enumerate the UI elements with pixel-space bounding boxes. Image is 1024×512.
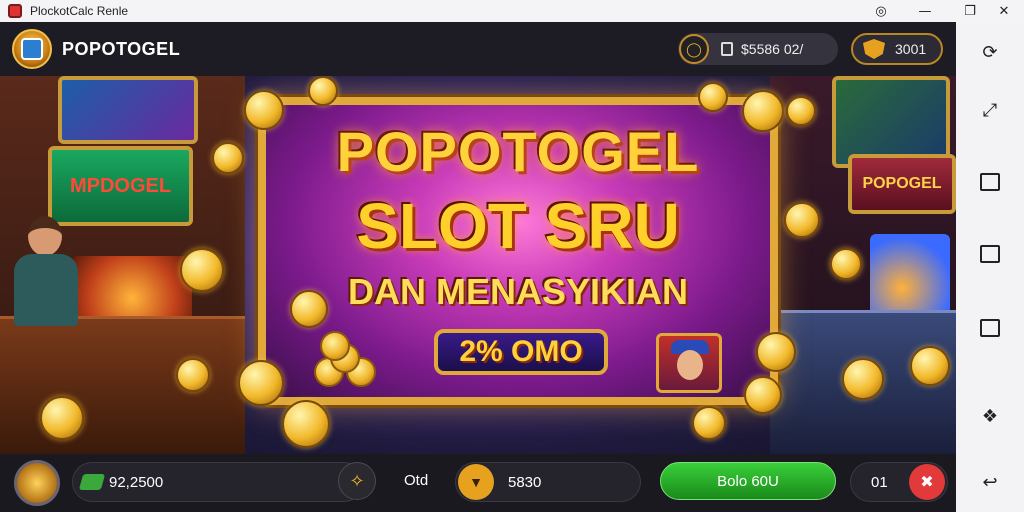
emulator-sidebar: ⟳ ⤢ ❖ ↩	[956, 22, 1024, 512]
coin	[244, 90, 284, 130]
minimize-button[interactable]: —	[910, 0, 940, 22]
game-logo	[12, 29, 52, 69]
puzzle-icon: ❖	[981, 405, 999, 427]
coin	[290, 290, 328, 328]
square-icon	[980, 173, 1000, 191]
spin-button[interactable]: Bolo 60U	[660, 462, 836, 500]
coin	[842, 358, 884, 400]
banner-subtitle: SLOT SRU	[356, 190, 680, 262]
back-button[interactable]: ↩	[976, 468, 1004, 496]
bet-value: 5830	[508, 473, 542, 491]
coin-stack	[310, 331, 384, 389]
coin	[180, 248, 224, 292]
counter-value: 01	[871, 473, 888, 491]
help-icon[interactable]: ◎	[866, 0, 896, 22]
game-header: POPOTOGEL ◯ $5586 02/ 3001	[0, 22, 956, 76]
coin	[786, 96, 816, 126]
counter-field: 01 ✖	[850, 462, 948, 502]
left-cabinet-desk	[0, 316, 245, 454]
coin	[742, 90, 784, 132]
restore-button[interactable]: ❐	[955, 0, 985, 22]
fullscreen-button[interactable]: ⤢	[976, 96, 1004, 124]
bet-field: ▼ 5830	[455, 462, 641, 502]
banner-title: POPOTOGEL	[336, 120, 700, 183]
shield-icon	[863, 39, 885, 59]
left-cabinet-top-screen	[58, 76, 198, 144]
coin	[40, 396, 84, 440]
title-bar: PlockotCalc Renle ◎ — ❐ ✕	[0, 0, 1024, 22]
bottom-toolbar: 92,2500 ✧ Otd ▼ 5830 Bolo 60U 01 ✖	[0, 454, 956, 512]
account-pill[interactable]: ◯ $5586 02/	[678, 33, 838, 65]
banner-tagline: DAN MENASYIKIAN	[347, 271, 688, 312]
window-button[interactable]	[976, 168, 1004, 196]
mascot-portrait	[656, 333, 722, 393]
coin	[282, 400, 330, 448]
coin	[692, 406, 726, 440]
coin	[176, 358, 210, 392]
document-icon	[721, 42, 733, 56]
coin	[698, 82, 728, 112]
right-cabinet-sign: POPOGEL	[848, 154, 956, 214]
ring-icon: ◯	[679, 34, 709, 64]
app-icon	[8, 4, 22, 18]
balance-field: 92,2500	[72, 462, 364, 502]
coin	[756, 332, 796, 372]
coin	[830, 248, 862, 280]
level-badge-icon[interactable]	[14, 460, 60, 506]
close-circle-button[interactable]: ✖	[909, 464, 945, 500]
account-value: $5586 02/	[741, 41, 804, 57]
screenshot-icon	[980, 319, 1000, 337]
gold-pill[interactable]: 3001	[851, 33, 943, 65]
window-title: PlockotCalc Renle	[30, 4, 129, 18]
left-cabinet-sign: MPDOGEL	[48, 146, 193, 226]
cash-icon	[78, 474, 106, 490]
rotate-icon: ⟳	[982, 41, 998, 63]
rotate-button[interactable]: ⟳	[976, 38, 1004, 66]
screenshot-button[interactable]	[976, 314, 1004, 342]
player-figure	[10, 216, 80, 326]
promo-badge[interactable]: 2% OMO	[434, 329, 608, 375]
game-scene[interactable]: MPDOGEL POPOGEL POPOTOGEL SLOT SRU DAN M…	[0, 76, 956, 454]
promo-banner[interactable]: POPOTOGEL SLOT SRU DAN MENASYIKIAN 2% OM…	[258, 97, 778, 405]
balance-value: 92,2500	[109, 473, 164, 491]
coin	[744, 376, 782, 414]
gold-value: 3001	[895, 41, 927, 57]
emulator-window: PlockotCalc Renle ◎ — ❐ ✕ POPOTOGEL ◯ $5…	[0, 0, 1024, 512]
coin	[212, 142, 244, 174]
wrench-icon: ✧	[349, 470, 365, 492]
shield-badge-icon: ▼	[458, 464, 494, 500]
plugin-button[interactable]: ❖	[976, 402, 1004, 430]
folder-button[interactable]	[976, 240, 1004, 268]
coin	[308, 76, 338, 106]
coin	[910, 346, 950, 386]
coin	[784, 202, 820, 238]
back-icon: ↩	[982, 471, 998, 493]
fullscreen-icon: ⤢	[982, 99, 998, 121]
coin	[238, 360, 284, 406]
close-button[interactable]: ✕	[989, 0, 1019, 22]
brand-name: POPOTOGEL	[62, 38, 181, 59]
odd-label: Otd	[404, 472, 429, 489]
tools-button[interactable]: ✧	[338, 462, 376, 500]
folder-icon	[980, 245, 1000, 263]
